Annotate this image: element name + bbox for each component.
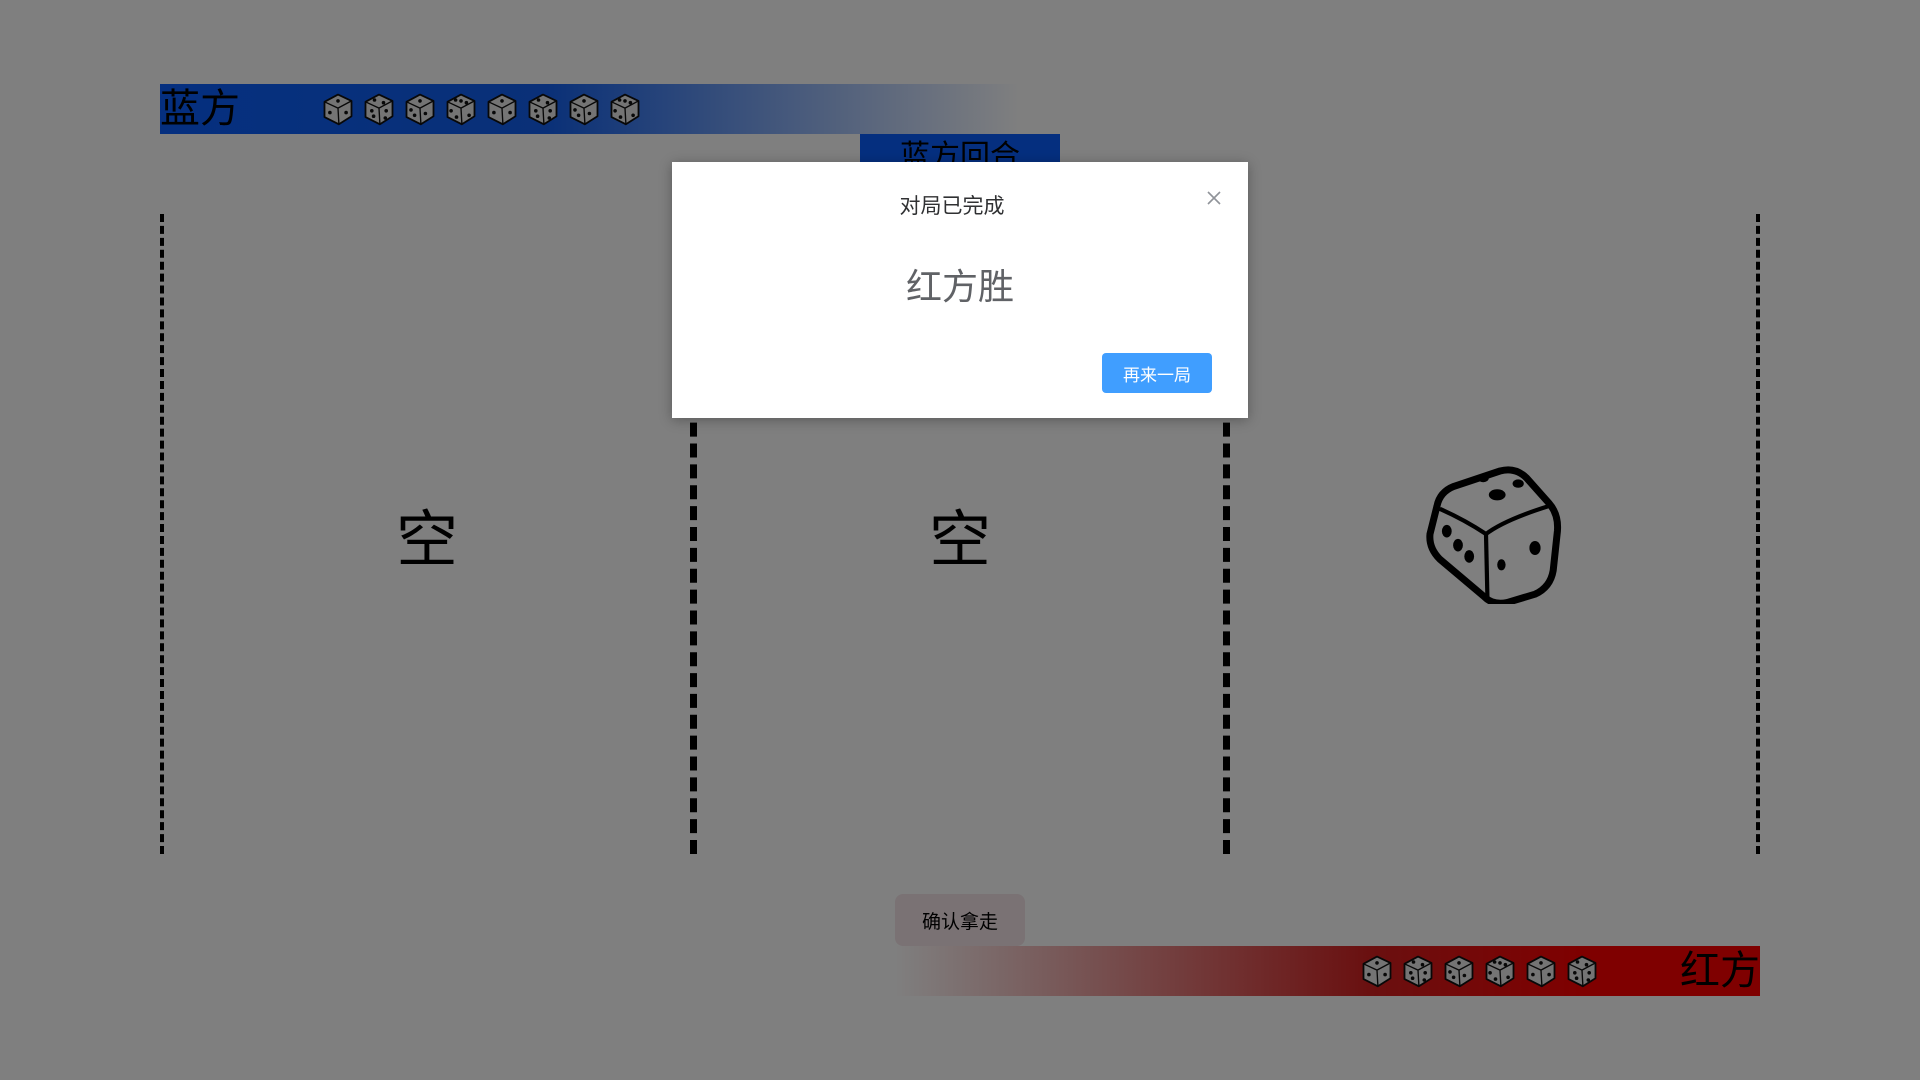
close-icon[interactable] [1202, 186, 1226, 210]
game-over-dialog: 对局已完成 红方胜 再来一局 [672, 162, 1248, 418]
play-again-button[interactable]: 再来一局 [1102, 353, 1212, 393]
dialog-title: 对局已完成 [899, 194, 1005, 218]
dialog-message: 红方胜 [905, 267, 1014, 308]
